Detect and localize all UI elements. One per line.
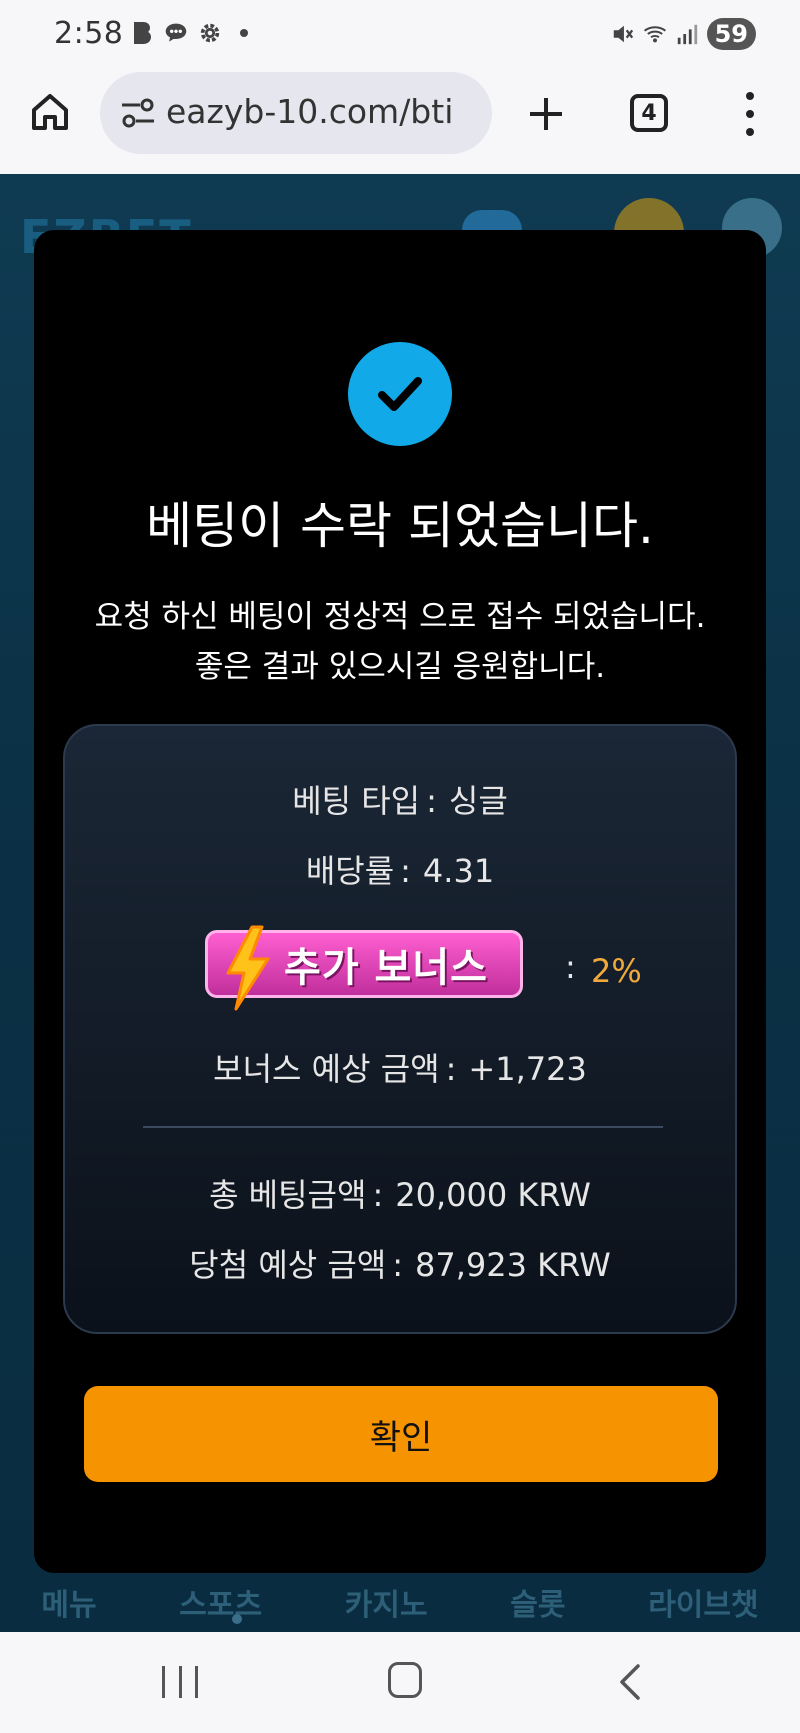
home-nav-button[interactable] [388,1662,422,1698]
expected-win-label: 당첨 예상 금액 [189,1246,387,1284]
recents-button[interactable] [162,1666,198,1698]
more-menu-button[interactable] [738,92,762,136]
plus-icon [530,98,562,130]
back-icon [620,1664,640,1700]
new-tab-button[interactable] [524,92,568,136]
confirm-button[interactable]: 확인 [84,1386,718,1482]
b-app-icon [130,20,154,46]
nav-active-indicator [232,1614,242,1624]
bet-type-value: 싱글 [448,782,508,820]
more-dot-icon [746,128,754,136]
bonus-amount-value: +1,723 [468,1050,587,1088]
dot-icon [240,29,248,37]
odds-row: 배당률:4.31 [305,852,495,890]
android-nav-bar [0,1632,800,1733]
wifi-icon [643,21,667,47]
status-bar: 2:58 59 [0,0,800,70]
more-dot-icon [746,92,754,100]
expected-win-value: 87,923 KRW [415,1246,611,1284]
url-text[interactable]: eazyb-10.com/bti [166,92,476,131]
more-dot-icon [746,110,754,118]
nav-item-sports: 스포츠 [179,1588,263,1623]
extra-bonus-badge: 추가 보너스 [205,925,523,1011]
expected-win-row: 당첨 예상 금액:87,923 KRW [189,1246,611,1284]
bet-accepted-modal: 베팅이 수락 되었습니다. 요청 하신 베팅이 정상적 으로 접수 되었습니다.… [34,230,766,1573]
odds-label: 배당률 [305,852,395,890]
home-button[interactable] [28,90,72,134]
lightning-icon [226,925,270,1011]
system-icons: 59 [611,18,756,50]
back-button[interactable] [614,1662,644,1702]
home-icon [32,94,68,130]
nav-item-livechat: 라이브챗 [648,1588,759,1623]
site-settings-icon[interactable] [120,96,156,130]
nav-item-casino: 카지노 [344,1588,428,1623]
bonus-amount-label: 보너스 예상 금액 [213,1050,440,1088]
mute-icon [611,21,635,47]
odds-value: 4.31 [422,852,495,890]
bonus-badge-text: 추가 보너스 [284,945,488,991]
nav-item-slots: 슬롯 [510,1588,566,1623]
bet-type-label: 베팅 타입 [292,782,421,820]
nav-item-menu: 메뉴 [41,1588,97,1623]
total-bet-value: 20,000 KRW [395,1176,591,1214]
signal-icon [675,21,699,47]
total-bet-label: 총 베팅금액 [209,1176,367,1214]
tab-switcher-button[interactable]: 4 [630,94,668,132]
modal-description: 요청 하신 베팅이 정상적 으로 접수 되었습니다. 좋은 결과 있으시길 응원… [94,599,706,685]
modal-title: 베팅이 수락 되었습니다. [146,497,654,555]
chat-icon [164,20,188,46]
bonus-amount-row: 보너스 예상 금액: +1,723 [213,1050,587,1088]
total-bet-row: 총 베팅금액:20,000 KRW [209,1176,591,1214]
bonus-colon: : [565,948,576,986]
browser-toolbar: eazyb-10.com/bti 4 [0,70,800,174]
address-bar[interactable]: eazyb-10.com/bti [100,72,492,154]
bet-summary-card: 베팅 타입: 싱글 배당률:4.31 추가 보너스 : 2% 보너스 예상 금액:… [63,724,737,1334]
divider [143,1126,663,1128]
status-time: 2:58 [54,16,124,51]
check-icon [348,342,452,446]
bet-type-row: 베팅 타입: 싱글 [292,782,508,820]
notification-icons [130,20,248,46]
gear-icon [198,20,222,46]
bonus-row: 추가 보너스 : 2% [65,922,735,1011]
bonus-percent: 2% [591,952,642,990]
battery-indicator: 59 [706,18,756,50]
